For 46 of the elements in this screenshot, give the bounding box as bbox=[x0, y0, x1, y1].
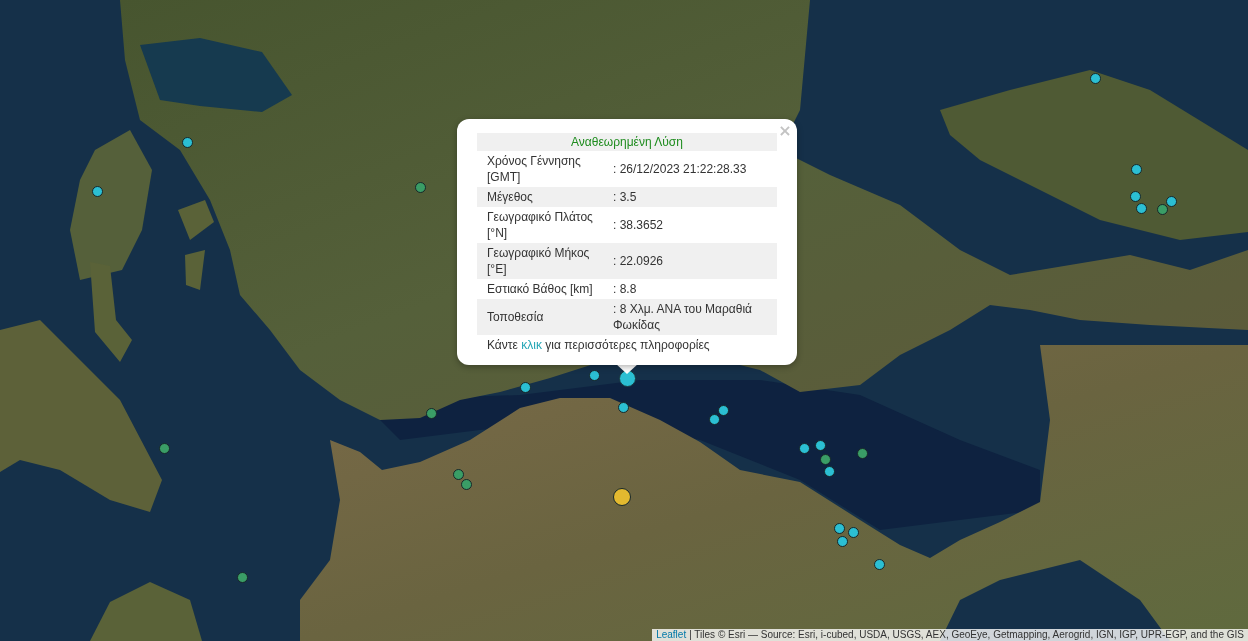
earthquake-marker[interactable] bbox=[460, 478, 472, 490]
field-label: Εστιακό Βάθος [km] bbox=[486, 281, 594, 298]
field-label: Χρόνος Γέννησης [GMT] bbox=[486, 153, 582, 186]
leaflet-link[interactable]: Leaflet bbox=[656, 629, 687, 641]
close-button[interactable]: × bbox=[775, 121, 795, 141]
earthquake-marker[interactable] bbox=[236, 571, 248, 583]
earthquake-marker[interactable] bbox=[1089, 72, 1101, 84]
earthquake-marker[interactable] bbox=[1165, 195, 1177, 207]
earthquake-marker[interactable] bbox=[847, 526, 859, 538]
attribution-text: | Tiles © Esri — Source: Esri, i-cubed, USDA, USGS, AEX, GeoEye, Getmapping, Aerogrid, IGN, IGP, UPR-EGP, and the GIS bbox=[689, 629, 1244, 641]
earthquake-marker[interactable] bbox=[1135, 202, 1147, 214]
earthquake-marker[interactable] bbox=[819, 453, 831, 465]
earthquake-marker[interactable] bbox=[452, 468, 464, 480]
earthquake-marker[interactable] bbox=[91, 185, 103, 197]
earthquake-marker[interactable] bbox=[588, 369, 600, 381]
earthquake-marker[interactable] bbox=[1156, 203, 1168, 215]
earthquake-marker[interactable] bbox=[836, 535, 848, 547]
earthquake-marker[interactable] bbox=[414, 181, 426, 193]
earthquake-marker[interactable] bbox=[158, 442, 170, 454]
earthquake-marker[interactable] bbox=[617, 401, 629, 413]
field-value: : 3.5 bbox=[610, 187, 777, 207]
field-label: Γεωγραφικό Μήκος [°E] bbox=[477, 243, 610, 279]
earthquake-marker[interactable] bbox=[425, 407, 437, 419]
earthquake-marker[interactable] bbox=[873, 558, 885, 570]
field-label: Γεωγραφικό Πλάτος [°N] bbox=[486, 209, 594, 242]
earthquake-marker[interactable] bbox=[798, 442, 810, 454]
field-value: : 38.3652 bbox=[612, 217, 665, 234]
more-info-text: Κάντε κλικ για περισσότερες πληροφορίες bbox=[486, 337, 711, 353]
earthquake-marker[interactable] bbox=[856, 447, 868, 459]
more-info-link[interactable]: κλικ bbox=[521, 338, 542, 352]
field-value: : 22.0926 bbox=[610, 243, 777, 279]
earthquake-marker[interactable] bbox=[1130, 163, 1142, 175]
field-value: : 8 Χλμ. ΑΝΑ του Μαραθιά Φωκίδας bbox=[610, 299, 777, 335]
earthquake-marker[interactable] bbox=[708, 413, 720, 425]
earthquake-marker[interactable] bbox=[519, 381, 531, 393]
field-value: : 8.8 bbox=[612, 281, 638, 298]
earthquake-marker[interactable] bbox=[717, 404, 729, 416]
field-value: : 26/12/2023 21:22:28.33 bbox=[612, 161, 748, 178]
popup-title: Αναθεωρημένη Λύση bbox=[477, 133, 777, 151]
field-label: Τοποθεσία bbox=[477, 299, 610, 335]
earthquake-marker[interactable] bbox=[823, 465, 835, 477]
earthquake-marker[interactable] bbox=[181, 136, 193, 148]
earthquake-marker[interactable] bbox=[1129, 190, 1141, 202]
earthquake-marker[interactable] bbox=[833, 522, 845, 534]
earthquake-marker[interactable] bbox=[814, 439, 826, 451]
field-label: Μέγεθος bbox=[477, 187, 610, 207]
